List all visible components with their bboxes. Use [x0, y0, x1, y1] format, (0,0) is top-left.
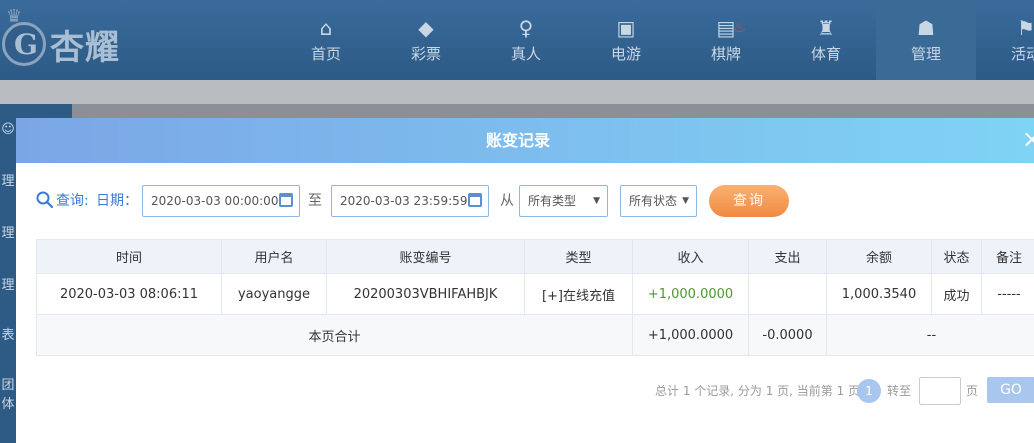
column-header: 用户名 [221, 239, 327, 274]
lottery-icon: ◆ [418, 15, 434, 40]
close-icon[interactable]: × [1022, 126, 1034, 152]
nav-item-live[interactable]: ♀ 真人 [476, 0, 576, 80]
column-header: 备注 [981, 239, 1034, 274]
side-rail-item[interactable]: 团体 [0, 374, 16, 412]
slot-game-icon: ▣ [616, 15, 636, 40]
from-label: 从 [500, 193, 514, 209]
start-date-input[interactable]: 2020-03-03 00:00:00 [142, 185, 300, 217]
dropdown-arrow-icon: ▼ [593, 196, 600, 206]
site-logo[interactable]: ♛ 杏耀 [0, 6, 150, 76]
summary-row: 本页合计 +1,000.0000 -0.0000 -- [36, 314, 1034, 356]
nav-label: 真人 [510, 44, 541, 63]
cell-record-no: 20200303VBHIFAHBJK [326, 273, 525, 315]
dropdown-arrow-icon: ▼ [682, 196, 689, 206]
cell-type: [+]在线充值 [524, 273, 633, 315]
column-header: 时间 [36, 239, 222, 274]
side-rail-item[interactable]: 理 [0, 274, 16, 293]
query-label: 查询: [56, 193, 89, 209]
cell-income: +1,000.0000 [632, 273, 749, 315]
nav-label: 体育 [810, 44, 841, 63]
modal-title: 账变记录 [16, 118, 1034, 163]
summary-income: +1,000.0000 [632, 314, 749, 356]
column-header: 账变编号 [326, 239, 525, 274]
date-label: 日期： [96, 193, 138, 209]
filter-bar: 查询: 日期： 2020-03-03 00:00:00 至 2020-03-03… [36, 185, 1034, 217]
cell-balance: 1,000.3540 [826, 273, 932, 315]
cell-status: 成功 [931, 273, 982, 315]
transaction-table: 时间 用户名 账变编号 类型 收入 支出 余额 状态 备注 2020-03-03… [36, 239, 1034, 356]
page-background-strip [0, 80, 1034, 104]
status-select-value: 所有状态 [629, 194, 678, 208]
transaction-record-modal: 账变记录 × 查询: 日期： 2020-03-03 00:00:00 至 202… [16, 118, 1034, 443]
nav-label: 首页 [310, 44, 341, 63]
nav-label: 棋牌 [710, 44, 741, 63]
table-row: 2020-03-03 08:06:11 yaoyangge 20200303VB… [36, 273, 1034, 315]
calendar-icon[interactable] [279, 193, 293, 207]
nav-label: 电游 [610, 44, 641, 63]
start-date-value: 2020-03-03 00:00:00 [151, 194, 279, 208]
calendar-icon[interactable] [468, 193, 482, 207]
modal-header: 账变记录 × [16, 118, 1034, 163]
nav-label: 彩票 [410, 44, 441, 63]
query-button[interactable]: 查询 [709, 185, 789, 217]
type-select[interactable]: 所有类型 ▼ [519, 185, 608, 217]
end-date-value: 2020-03-03 23:59:59 [340, 194, 468, 208]
nav-item-activity[interactable]: ⚑ 活动 [976, 0, 1034, 80]
side-rail-item[interactable]: ☺ [0, 122, 16, 137]
nav-item-lottery[interactable]: ◆ 彩票 [376, 0, 476, 80]
current-page-button[interactable]: 1 [857, 379, 881, 403]
goto-label: 转至 [887, 384, 912, 398]
cell-time: 2020-03-03 08:06:11 [36, 273, 222, 315]
trophy-icon: ♜ [817, 15, 835, 40]
nav-items: ⌂ 首页 ◆ 彩票 ♀ 真人 ▣ 电游 ▤ 棋牌 ♨ ♜ 体育 ☗ 管理 ⚑ 活… [276, 0, 1034, 80]
page-unit-label: 页 [966, 384, 979, 398]
top-nav: ♛ 杏耀 ⌂ 首页 ◆ 彩票 ♀ 真人 ▣ 电游 ▤ 棋牌 ♨ ♜ 体育 [0, 0, 1034, 80]
nav-item-sports[interactable]: ♜ 体育 [776, 0, 876, 80]
search-icon [36, 191, 54, 209]
nav-item-slots[interactable]: ▣ 电游 [576, 0, 676, 80]
column-header: 类型 [524, 239, 633, 274]
summary-expense: -0.0000 [748, 314, 827, 356]
modal-title-text: 账变记录 [485, 131, 550, 150]
summary-rest: -- [826, 314, 1034, 356]
home-icon: ⌂ [319, 15, 333, 40]
summary-label: 本页合计 [36, 314, 633, 356]
cell-expense [748, 273, 827, 315]
pagination-info: 总计 1 个记录, 分为 1 页, 当前第 1 页 [655, 384, 861, 398]
nav-item-home[interactable]: ⌂ 首页 [276, 0, 376, 80]
nav-label: 活动 [1010, 44, 1034, 63]
type-select-value: 所有类型 [528, 194, 577, 208]
side-rail-item[interactable]: 理 [0, 170, 16, 189]
side-rail-item[interactable]: 表 [0, 324, 16, 343]
cell-note: ----- [981, 273, 1034, 315]
column-header: 余额 [826, 239, 932, 274]
users-icon: ☗ [917, 15, 935, 40]
nav-item-cards[interactable]: ▤ 棋牌 ♨ [676, 0, 776, 80]
table-header-row: 时间 用户名 账变编号 类型 收入 支出 余额 状态 备注 [36, 239, 1034, 274]
to-label: 至 [308, 193, 322, 209]
pagination: 总计 1 个记录, 分为 1 页, 当前第 1 页 1 转至 页 GO [655, 377, 1034, 405]
end-date-input[interactable]: 2020-03-03 23:59:59 [331, 185, 489, 217]
cell-user: yaoyangge [221, 273, 327, 315]
column-header: 状态 [931, 239, 982, 274]
logo-name: 杏耀 [50, 28, 120, 68]
goto-page-input[interactable] [919, 377, 961, 405]
nav-label: 管理 [910, 44, 941, 63]
activity-icon: ⚑ [1017, 15, 1034, 40]
nav-item-manage[interactable]: ☗ 管理 [876, 0, 976, 80]
status-select[interactable]: 所有状态 ▼ [620, 185, 697, 217]
live-dealer-icon: ♀ [518, 15, 534, 40]
column-header: 支出 [748, 239, 827, 274]
side-rail-item[interactable]: 理 [0, 222, 16, 241]
go-button[interactable]: GO [987, 377, 1034, 403]
hot-icon: ♨ [733, 20, 746, 36]
logo-emblem-icon [2, 22, 46, 66]
column-header: 收入 [632, 239, 749, 274]
